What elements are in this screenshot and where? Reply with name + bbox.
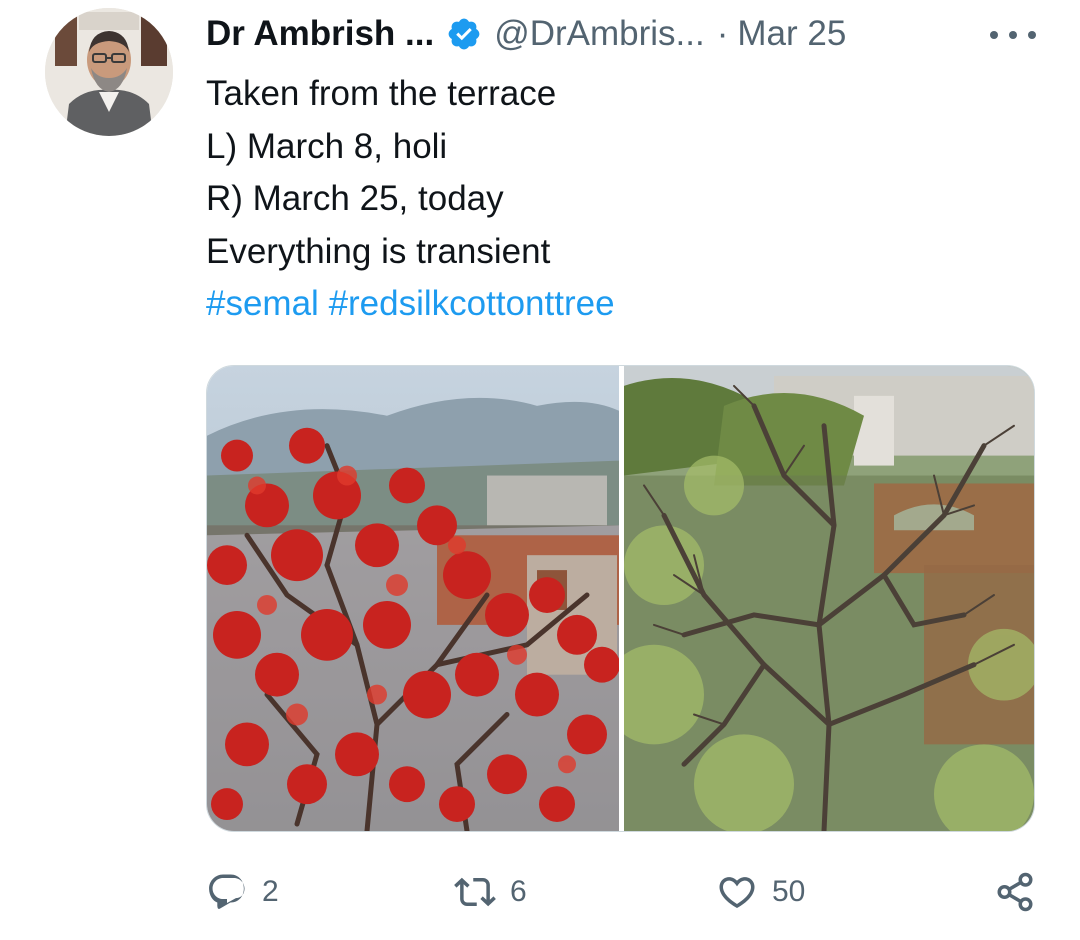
tweet-text: Taken from the terrace L) March 8, holi … bbox=[206, 68, 1036, 331]
tweet-header: Dr Ambrish ... @DrAmbris... · Mar 25 bbox=[206, 12, 1036, 56]
retweet-button[interactable]: 6 bbox=[454, 864, 527, 920]
author-handle[interactable]: @DrAmbris... bbox=[494, 14, 705, 54]
tweet-media-grid bbox=[206, 365, 1035, 832]
reply-icon bbox=[209, 874, 245, 909]
like-count: 50 bbox=[772, 875, 806, 908]
tweet-action-bar: 2 6 50 bbox=[206, 864, 1036, 920]
share-icon bbox=[997, 872, 1033, 912]
separator-dot: · bbox=[716, 14, 729, 53]
reply-count: 2 bbox=[262, 875, 279, 908]
verified-badge-icon[interactable] bbox=[446, 16, 482, 52]
retweet-count: 6 bbox=[510, 875, 527, 908]
reply-button[interactable]: 2 bbox=[206, 864, 279, 920]
tweet-text-line: L) March 8, holi bbox=[206, 126, 448, 166]
author-display-name[interactable]: Dr Ambrish ... bbox=[206, 14, 434, 54]
more-options-icon[interactable] bbox=[990, 22, 1036, 48]
avatar-image bbox=[45, 8, 173, 136]
hashtag-line: #semal #redsilkcottonttree bbox=[206, 278, 1036, 331]
share-button[interactable] bbox=[994, 864, 1036, 920]
tweet-photo-right[interactable] bbox=[624, 366, 1034, 831]
avatar[interactable] bbox=[45, 8, 173, 136]
tweet-text-line: Taken from the terrace bbox=[206, 74, 557, 113]
tweet-date[interactable]: Mar 25 bbox=[737, 14, 846, 54]
red-silk-cotton-tree-in-bloom-photo bbox=[207, 366, 619, 831]
heart-icon bbox=[719, 877, 755, 909]
hashtag-link[interactable]: #redsilkcottonttree bbox=[329, 284, 615, 323]
tweet-text-line: Everything is transient bbox=[206, 231, 551, 271]
hashtag-link[interactable]: #semal bbox=[206, 284, 319, 323]
tweet-text-line: R) March 25, today bbox=[206, 179, 504, 218]
retweet-icon bbox=[454, 877, 496, 907]
tweet-photo-left[interactable] bbox=[207, 366, 619, 831]
bare-silk-cotton-tree-photo bbox=[624, 366, 1034, 831]
like-button[interactable]: 50 bbox=[716, 864, 805, 920]
